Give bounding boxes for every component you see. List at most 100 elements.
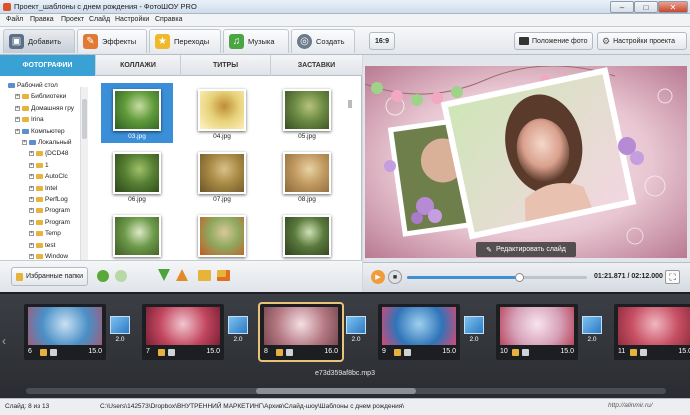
slide-edit-icon[interactable] [630, 349, 637, 356]
slide-thumbnail[interactable]: 8 16.0 [260, 304, 342, 360]
grid-scrollbar[interactable] [347, 87, 354, 267]
seek-bar[interactable] [407, 273, 587, 282]
photo-thumbnail[interactable]: 07.jpg [186, 146, 258, 206]
audio-track-label[interactable]: e73d359af8bc.mp3 [0, 370, 690, 384]
forward-arrow-icon[interactable] [115, 270, 127, 282]
tab-music[interactable]: ♫ Музыка [223, 29, 289, 53]
subtab-collages[interactable]: КОЛЛАЖИ [96, 55, 181, 76]
folder-up-icon[interactable] [176, 269, 188, 281]
tree-item[interactable]: + AutoClc [29, 172, 68, 181]
slide-edit-icon[interactable] [512, 349, 519, 356]
tree-item[interactable]: +1 [29, 161, 49, 170]
aspect-ratio-button[interactable]: 16:9 [369, 32, 395, 50]
slide-sound-icon[interactable] [404, 349, 411, 356]
menu-settings[interactable]: Настройки [115, 16, 149, 23]
transition-thumbnail[interactable]: 2.0 [227, 316, 249, 350]
menu-help[interactable]: Справка [155, 16, 182, 23]
menu-edit[interactable]: Правка [30, 16, 54, 23]
photo-position-button[interactable]: Положение фото [514, 32, 593, 50]
tree-scroll-thumb[interactable] [82, 99, 87, 139]
slide-preview[interactable] [365, 66, 687, 258]
transition-thumbnail[interactable]: 2.0 [345, 316, 367, 350]
slide-edit-icon[interactable] [394, 349, 401, 356]
expand-toggle-icon[interactable]: + [29, 208, 34, 214]
subtab-photos[interactable]: ФОТОГРАФИИ [0, 55, 96, 76]
tree-scrollbar[interactable] [80, 87, 88, 283]
subtab-intros[interactable]: ЗАСТАВКИ [271, 55, 362, 76]
expand-toggle-icon[interactable]: + [29, 254, 34, 259]
photo-thumbnail[interactable]: 04.jpg [186, 83, 258, 143]
slide-sound-icon[interactable] [286, 349, 293, 356]
folder-favorite-icon[interactable] [217, 270, 230, 281]
expand-toggle-icon[interactable]: + [15, 94, 20, 100]
seek-handle[interactable] [514, 273, 524, 282]
expand-toggle-icon[interactable]: + [29, 185, 34, 191]
fullscreen-button[interactable]: ⛶ [665, 270, 680, 284]
menu-project[interactable]: Проект [61, 16, 84, 23]
photo-thumbnail[interactable] [101, 209, 173, 267]
back-arrow-icon[interactable] [97, 270, 109, 282]
photo-thumbnail[interactable]: 05.jpg [271, 83, 343, 143]
tree-item[interactable]: + Компьютер [15, 127, 65, 136]
expand-toggle-icon[interactable]: + [29, 242, 34, 248]
expand-toggle-icon[interactable]: + [29, 231, 34, 237]
tree-item[interactable]: + {DCD48 [29, 149, 68, 158]
tab-add[interactable]: ▣ Добавить [3, 29, 75, 53]
close-button[interactable]: ✕ [658, 1, 688, 13]
timeline-scroll-thumb[interactable] [256, 388, 416, 394]
tree-item[interactable]: + Irina [15, 115, 44, 124]
transition-thumbnail[interactable]: 2.0 [109, 316, 131, 350]
expand-toggle-icon[interactable]: + [15, 105, 20, 111]
expand-toggle-icon[interactable]: + [22, 140, 27, 145]
play-button[interactable]: ▶ [371, 270, 385, 284]
slide-thumbnail[interactable]: 7 15.0 [142, 304, 224, 360]
photo-thumbnail[interactable] [271, 209, 343, 267]
transition-thumbnail[interactable]: 2.0 [463, 316, 485, 350]
tree-item[interactable]: Рабочий стол [8, 81, 58, 90]
expand-toggle-icon[interactable]: + [15, 117, 20, 123]
favorites-button[interactable]: Избранные папки [11, 267, 88, 286]
slide-edit-icon[interactable] [276, 349, 283, 356]
minimize-button[interactable]: – [610, 1, 634, 13]
grid-scroll-thumb[interactable] [348, 100, 352, 108]
slide-sound-icon[interactable] [168, 349, 175, 356]
tab-create[interactable]: ◎ Создать [291, 29, 355, 53]
photo-thumbnail[interactable] [186, 209, 258, 267]
slide-thumbnail[interactable]: 11 15.0 [614, 304, 690, 360]
slide-sound-icon[interactable] [522, 349, 529, 356]
expand-toggle-icon[interactable]: + [29, 197, 34, 202]
expand-toggle-icon[interactable]: + [29, 162, 34, 168]
tree-item[interactable]: + Библиотеки [15, 92, 66, 101]
expand-toggle-icon[interactable]: + [29, 219, 34, 225]
expand-toggle-icon[interactable]: + [29, 174, 34, 180]
slide-edit-icon[interactable] [40, 349, 47, 356]
tab-effects[interactable]: ✎ Эффекты [77, 29, 147, 53]
tree-item[interactable]: + Temp [29, 229, 61, 238]
slide-sound-icon[interactable] [640, 349, 647, 356]
slide-thumbnail[interactable]: 9 15.0 [378, 304, 460, 360]
tree-item[interactable]: + PerfLog [29, 195, 68, 204]
slide-edit-icon[interactable] [158, 349, 165, 356]
tree-item[interactable]: + Program [29, 206, 70, 215]
tree-item[interactable]: + Intel [29, 184, 57, 193]
tree-item[interactable]: + Program [29, 218, 70, 227]
stop-button[interactable]: ■ [388, 270, 402, 284]
tree-item[interactable]: + Локальный [22, 138, 72, 147]
slide-thumbnail[interactable]: 6 15.0 [24, 304, 106, 360]
subtab-titles[interactable]: ТИТРЫ [181, 55, 271, 76]
tab-transitions[interactable]: ★ Переходы [149, 29, 221, 53]
maximize-button[interactable]: □ [634, 1, 658, 13]
menu-file[interactable]: Файл [6, 16, 23, 23]
add-down-arrow-icon[interactable] [158, 269, 170, 281]
tree-item[interactable]: + Домашняя гру [15, 104, 74, 113]
project-settings-button[interactable]: ⚙ Настройки проекта [597, 32, 687, 50]
photo-thumbnail[interactable]: 06.jpg [101, 146, 173, 206]
transition-thumbnail[interactable]: 2.0 [581, 316, 603, 350]
menu-slide[interactable]: Слайд [89, 16, 110, 23]
folder-add-icon[interactable] [198, 270, 211, 281]
slide-thumbnail[interactable]: 10 15.0 [496, 304, 578, 360]
slide-sound-icon[interactable] [50, 349, 57, 356]
expand-toggle-icon[interactable]: + [15, 128, 20, 134]
edit-slide-button[interactable]: ✎ Редактировать слайд [476, 242, 576, 257]
tree-item[interactable]: + test [29, 241, 55, 250]
